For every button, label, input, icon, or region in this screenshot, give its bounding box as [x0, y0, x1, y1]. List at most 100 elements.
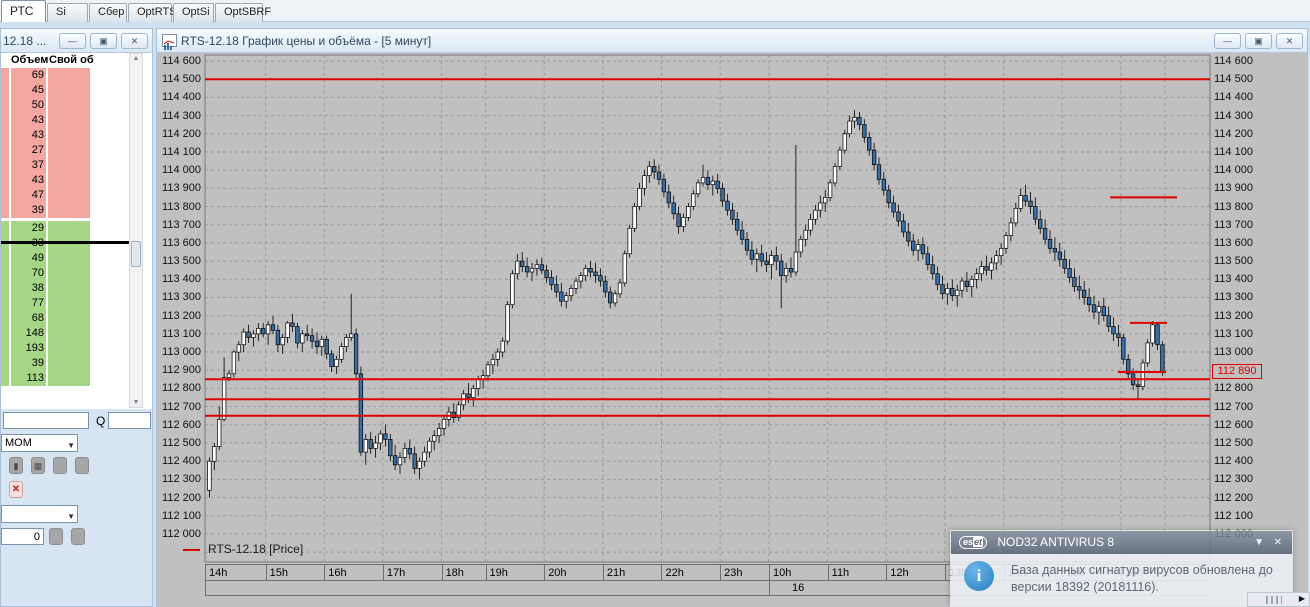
price-cell	[1, 98, 10, 113]
tab-6[interactable]: OptSBRF	[215, 3, 271, 22]
orderbook-row[interactable]: 43	[1, 113, 129, 128]
orderbook-row[interactable]: 47	[1, 188, 129, 203]
cancel-orders-button[interactable]: ✕	[9, 481, 23, 498]
drag-grip-icon[interactable]	[1266, 596, 1282, 604]
volume-cell: 148	[11, 326, 47, 341]
y-axis-label: 112 000	[162, 528, 201, 540]
orderbook-row[interactable]: 70	[1, 266, 129, 281]
orderbook-row[interactable]: 43	[1, 128, 129, 143]
chart-canvas[interactable]: 114 600 114 600 114 500 114 500 114 400 114 4…	[157, 53, 1308, 607]
column-own-volume: Свой об	[49, 54, 94, 66]
price-cell	[1, 173, 10, 188]
orderbook-window: 12.18 ... — ▣ ✕ Объем Свой об 69 45 50 43 43…	[0, 28, 153, 607]
orderbook-row[interactable]: 113	[1, 371, 129, 386]
qty-button-2[interactable]	[71, 528, 85, 545]
volume-cell: 50	[11, 98, 47, 113]
y-axis-label: 113 400	[162, 273, 201, 285]
notification-collapse-icon[interactable]: ▼	[1254, 531, 1264, 554]
restore-icon[interactable]: ▣	[90, 33, 117, 49]
own-volume-cell	[48, 326, 91, 341]
volume-cell: 68	[11, 311, 47, 326]
orderbook-row[interactable]: 69	[1, 68, 129, 83]
y-axis-label: 114 000	[162, 164, 201, 176]
y-axis-label: 113 000	[162, 346, 201, 358]
orderbook-row[interactable]: 77	[1, 296, 129, 311]
chart-window-titlebar[interactable]: RTS-12.18 График цены и объёма - [5 мину…	[157, 29, 1307, 53]
own-volume-cell	[48, 356, 91, 371]
quote-input-left[interactable]	[3, 412, 89, 429]
minimize-icon[interactable]: —	[1214, 33, 1241, 49]
tab-3[interactable]: Сбер	[89, 3, 127, 22]
orderbook-window-titlebar[interactable]: 12.18 ... — ▣ ✕	[1, 29, 152, 53]
notification-header[interactable]: eset NOD32 ANTIVIRUS 8 ▼ ✕	[951, 531, 1292, 554]
y-axis-label: 114 100	[162, 146, 201, 158]
hour-label: 14h	[205, 564, 266, 581]
quote-input-right[interactable]	[108, 412, 151, 429]
tab-4[interactable]: OptRTS	[128, 3, 177, 22]
close-icon[interactable]: ✕	[121, 33, 148, 49]
orderbook-row[interactable]: 45	[1, 83, 129, 98]
legend-label: RTS-12.18 [Price]	[208, 542, 304, 556]
orderbook-window-title: 12.18 ...	[3, 34, 47, 48]
notification-body: i База данных сигнатур вирусов обновлена…	[951, 554, 1292, 606]
orderbook-controls: Q МОМ ▼ ▮ ▦ ✕ ▼	[1, 409, 152, 606]
chart-tool-button[interactable]: ▮	[9, 457, 23, 474]
qty-button-1[interactable]	[49, 528, 63, 545]
price-cell	[1, 128, 10, 143]
bar-chart-icon: ▮	[13, 461, 19, 471]
volume-cell: 77	[11, 296, 47, 311]
y-axis-label: 112 700	[162, 401, 201, 413]
y-axis-label: 114 400	[1214, 91, 1253, 103]
scroll-down-icon[interactable]: ▼	[131, 399, 141, 406]
grid-tool-button[interactable]: ▦	[31, 457, 45, 474]
y-axis-label: 113 600	[1214, 237, 1253, 249]
tab-5[interactable]: OptSi	[173, 3, 214, 22]
restore-icon[interactable]: ▣	[1245, 33, 1272, 49]
tool-button-4[interactable]	[75, 457, 89, 474]
orderbook-row[interactable]: 148	[1, 326, 129, 341]
orderbook-rows: 6945504343273743473929334970387768148193…	[1, 68, 129, 386]
orderbook-row[interactable]: 39	[1, 356, 129, 371]
orderbook-row[interactable]: 49	[1, 251, 129, 266]
tool-button-3[interactable]	[53, 457, 67, 474]
horizontal-scrollbar-corner[interactable]: ▶	[1247, 592, 1310, 607]
volume-cell: 43	[11, 113, 47, 128]
tab-2[interactable]: Si	[47, 3, 88, 22]
orderbook-scrollbar[interactable]: ▲ ▼	[129, 53, 143, 408]
info-icon: i	[964, 561, 994, 591]
tab-1[interactable]: РТС	[1, 0, 46, 22]
minimize-icon[interactable]: —	[59, 33, 86, 49]
y-axis-label: 112 600	[162, 419, 201, 431]
close-icon[interactable]: ✕	[1276, 33, 1303, 49]
price-cell	[1, 296, 10, 311]
quantity-input[interactable]	[1, 528, 44, 545]
hour-label: 10h	[769, 564, 828, 581]
orderbook-row[interactable]: 38	[1, 281, 129, 296]
volume-cell: 39	[11, 356, 47, 371]
orderbook-row[interactable]: 27	[1, 143, 129, 158]
orderbook-row[interactable]: 37	[1, 158, 129, 173]
y-axis-label: 112 500	[162, 437, 201, 449]
price-cell	[1, 281, 10, 296]
scrollbar-thumb[interactable]	[131, 241, 141, 267]
notification-product: NOD32 ANTIVIRUS 8	[997, 535, 1115, 549]
y-axis-label: 114 300	[162, 110, 201, 122]
scroll-right-icon[interactable]: ▶	[1299, 594, 1305, 603]
orderbook-spread-divider	[1, 241, 129, 244]
orderbook-row[interactable]: 39	[1, 203, 129, 218]
notification-close-icon[interactable]: ✕	[1274, 531, 1282, 554]
orderbook-row[interactable]: 68	[1, 311, 129, 326]
y-axis-label: 113 100	[162, 328, 201, 340]
bottom-select[interactable]: ▼	[1, 505, 78, 523]
own-volume-cell	[48, 281, 91, 296]
scroll-up-icon[interactable]: ▲	[131, 55, 141, 62]
indicator-select[interactable]: МОМ ▼	[1, 434, 78, 452]
y-axis-label: 114 200	[1214, 128, 1253, 140]
price-cell	[1, 143, 10, 158]
orderbook-row[interactable]: 50	[1, 98, 129, 113]
orderbook-row[interactable]: 43	[1, 173, 129, 188]
orderbook-row[interactable]: 29	[1, 221, 129, 236]
orderbook-row[interactable]: 193	[1, 341, 129, 356]
workspace-tab-bar: РТС Si Сбер OptRTS OptSi OptSBRF	[0, 0, 1310, 22]
hour-label: 21h	[602, 564, 662, 581]
